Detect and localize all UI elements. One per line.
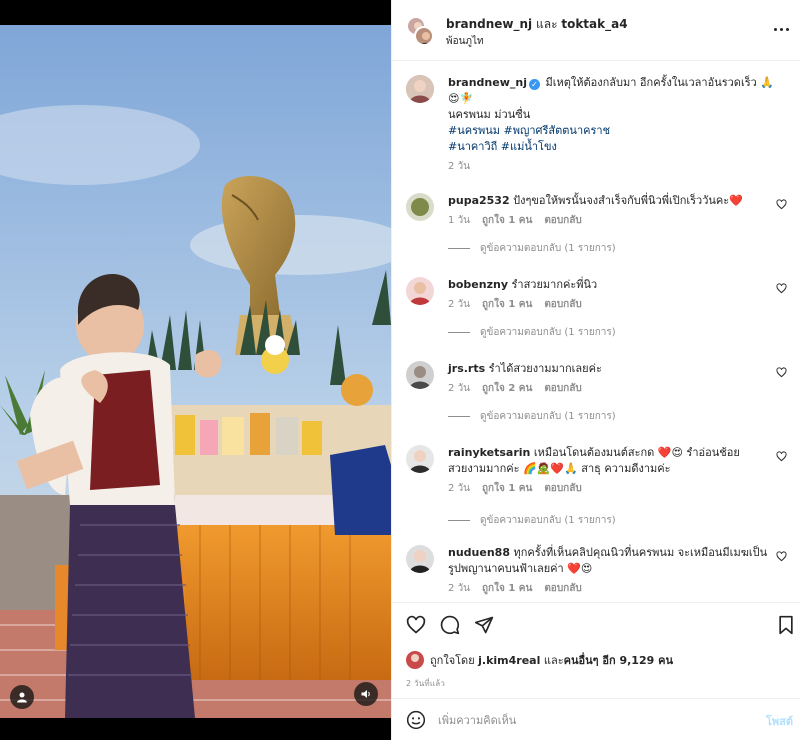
bookmark-icon[interactable] [778, 615, 794, 635]
comment-time[interactable]: 2 วัน [448, 481, 470, 497]
post-authors: brandnew_nj และ toktak_a4 [446, 15, 628, 34]
reply-button[interactable]: ตอบกลับ [544, 581, 581, 597]
comment-likes[interactable]: ถูกใจ 2 คน [482, 381, 532, 397]
heart-icon[interactable] [776, 367, 787, 378]
instagram-post-view: brandnew_nj และ toktak_a4 พ้อนภูไท brand… [0, 0, 800, 740]
likes-others[interactable]: คนอื่นๆ อีก 9,129 คน [564, 654, 673, 667]
view-replies-button[interactable]: ดูข้อความตอบกลับ (1 รายการ) [448, 241, 616, 256]
comment-time[interactable]: 2 วัน [448, 297, 470, 313]
comment-item: jrs.rts รำได้สวยงามมากเลยค่ะ 2 วัน ถูกใจ… [406, 361, 791, 431]
comments-list[interactable]: brandnew_nj ✓ มีเหตุให้ต้องกลับมา อีกครั้… [392, 61, 800, 602]
comment-text: รำสวยมากค่ะพี่นิว [508, 278, 598, 291]
caption-text: มีเหตุให้ต้องกลับมา อีกครั้งในเวลาอันรวด… [541, 76, 774, 89]
likes-summary[interactable]: ถูกใจโดย j.kim4real และคนอื่นๆ อีก 9,129… [406, 651, 673, 669]
comment-item: nuduen88 ทุกครั้งที่เห็นคลิปคุณนิวที่นคร… [406, 545, 791, 601]
post-caption: brandnew_nj ✓ มีเหตุให้ต้องกลับมา อีกครั้… [406, 75, 791, 185]
reply-button[interactable]: ตอบกลับ [544, 297, 581, 313]
avatar[interactable] [406, 545, 434, 573]
caption-emoji: 😍🧚 [448, 92, 474, 105]
caption-hashtags[interactable]: #นครพนม #พญาศรีสัตตนาคราช [448, 123, 786, 139]
add-comment-bar: โพสต์ [392, 698, 800, 740]
comment-username[interactable]: rainyketsarin [448, 446, 530, 459]
reply-button[interactable]: ตอบกลับ [544, 213, 581, 229]
comment-item: bobenzny รำสวยมากค่ะพี่นิว 2 วัน ถูกใจ 1… [406, 277, 791, 347]
reply-button[interactable]: ตอบกลับ [544, 381, 581, 397]
comment-item: pupa2532 ปังๆขอให้พรนั้นจงสำเร็จกับพี่นิ… [406, 193, 791, 263]
comment-username[interactable]: bobenzny [448, 278, 508, 291]
reply-button[interactable]: ตอบกลับ [544, 481, 581, 497]
liker-username[interactable]: j.kim4real [478, 654, 540, 667]
caption-hashtags-2[interactable]: #นาคาวิถี #แม่น้ำโขง [448, 139, 786, 155]
view-replies-label: ดูข้อความตอบกลับ (1 รายการ) [480, 327, 616, 338]
more-options-icon [773, 27, 777, 31]
comment-item: rainyketsarin เหมือนโดนต้องมนต์สะกด ❤️😍 … [406, 445, 791, 531]
view-replies-label: ดูข้อความตอบกลับ (1 รายการ) [480, 515, 616, 526]
avatar[interactable] [406, 75, 434, 103]
speaker-icon [361, 690, 370, 698]
view-replies-button[interactable]: ดูข้อความตอบกลับ (1 รายการ) [448, 513, 616, 528]
comment-time[interactable]: 1 วัน [448, 213, 470, 229]
verified-badge-icon: ✓ [528, 79, 540, 90]
view-replies-button[interactable]: ดูข้อความตอบกลับ (1 รายการ) [448, 409, 616, 424]
comment-likes[interactable]: ถูกใจ 1 คน [482, 297, 532, 313]
user-tag-icon [17, 692, 27, 703]
caption-text-2: นครพนม ม่วนซื่น [448, 108, 531, 121]
comment-text: เหมือนโดนต้องมนต์สะกด ❤️😍 รำอ่อนช้อย [530, 446, 740, 459]
heart-icon[interactable] [776, 551, 787, 562]
comment-username[interactable]: pupa2532 [448, 194, 510, 207]
emoji-icon[interactable] [406, 710, 426, 730]
avatar[interactable] [406, 193, 434, 221]
comment-time[interactable]: 2 วัน [448, 581, 470, 597]
heart-icon[interactable] [776, 283, 787, 294]
avatar[interactable] [406, 277, 434, 305]
comment-text-2: รูปพญานาคบนฟ้าเลยค่า ❤️😍 [448, 562, 593, 575]
post-header: brandnew_nj และ toktak_a4 พ้อนภูไท [392, 0, 800, 61]
post-video [0, 25, 391, 718]
collaborator-link[interactable]: toktak_a4 [561, 17, 627, 31]
sound-toggle-button[interactable] [354, 682, 378, 706]
comment-text: ทุกครั้งที่เห็นคลิปคุณนิวที่นครพนม จะเหม… [509, 546, 768, 559]
post-media[interactable] [0, 0, 391, 740]
comment-username[interactable]: jrs.rts [448, 362, 485, 375]
post-timestamp[interactable]: 2 วันที่แล้ว [406, 677, 445, 690]
likes-middle: และ [540, 654, 564, 667]
post-side-panel: brandnew_nj และ toktak_a4 พ้อนภูไท brand… [391, 0, 800, 740]
comment-text-2: สวยงามมากค่ะ 🌈🧟❤️🙏 สาธุ ความดีงามค่ะ [448, 462, 671, 475]
post-actions: ถูกใจโดย j.kim4real และคนอื่นๆ อีก 9,129… [392, 602, 800, 698]
post-comment-button[interactable]: โพสต์ [766, 712, 793, 730]
comment-text: ปังๆขอให้พรนั้นจงสำเร็จกับพี่นิวพี่เปิกเ… [509, 194, 743, 207]
comment-input[interactable] [438, 707, 738, 733]
comment-text: รำได้สวยงามมากเลยค่ะ [485, 362, 602, 375]
share-icon[interactable] [474, 615, 494, 635]
heart-icon[interactable] [776, 199, 787, 210]
comment-likes[interactable]: ถูกใจ 1 คน [482, 213, 532, 229]
heart-icon[interactable] [776, 451, 787, 462]
view-replies-label: ดูข้อความตอบกลับ (1 รายการ) [480, 411, 616, 422]
comment-time[interactable]: 2 วัน [448, 381, 470, 397]
caption-time[interactable]: 2 วัน [448, 159, 470, 175]
comment-icon[interactable] [440, 615, 460, 635]
heart-icon[interactable] [406, 615, 426, 635]
post-location[interactable]: พ้อนภูไท [446, 34, 484, 49]
likes-prefix: ถูกใจโดย [430, 654, 479, 667]
author-link[interactable]: brandnew_nj [446, 17, 532, 31]
author-connector: และ [532, 17, 562, 31]
avatar [414, 26, 434, 46]
user-tag-button[interactable] [10, 685, 34, 709]
avatar[interactable] [406, 445, 434, 473]
view-replies-button[interactable]: ดูข้อความตอบกลับ (1 รายการ) [448, 325, 616, 340]
view-replies-label: ดูข้อความตอบกลับ (1 รายการ) [480, 243, 616, 254]
caption-username[interactable]: brandnew_nj [448, 76, 527, 89]
avatar[interactable] [406, 361, 434, 389]
comment-username[interactable]: nuduen88 [448, 546, 510, 559]
comment-likes[interactable]: ถูกใจ 1 คน [482, 481, 532, 497]
avatar [406, 651, 424, 669]
avatar-stack[interactable] [406, 16, 434, 46]
more-options-button[interactable] [771, 22, 791, 36]
comment-likes[interactable]: ถูกใจ 1 คน [482, 581, 532, 597]
